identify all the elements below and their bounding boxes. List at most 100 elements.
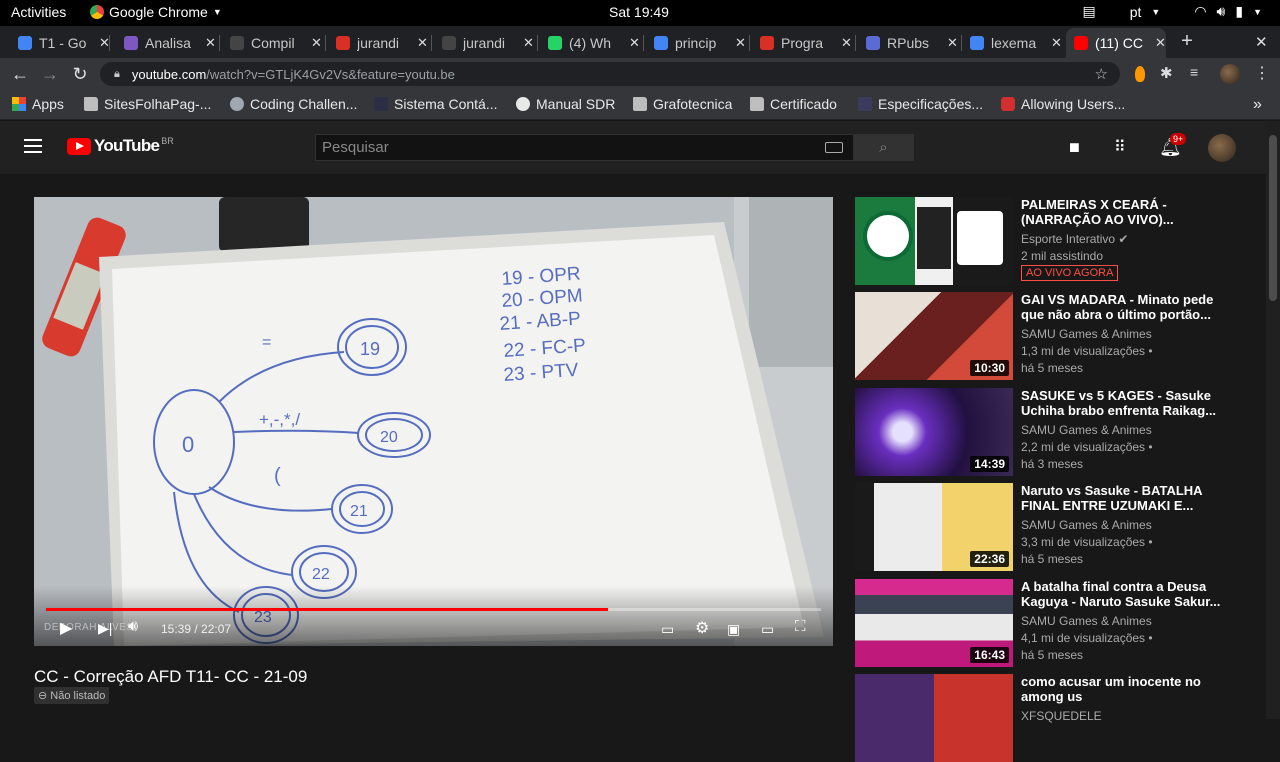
browser-tab[interactable]: Progra ✕: [752, 28, 856, 58]
more-bookmarks-button[interactable]: »: [1253, 96, 1262, 114]
youtube-logo[interactable]: YouTube BR: [67, 136, 174, 156]
recommendation-item[interactable]: 14:39 SASUKE vs 5 KAGES - Sasuke Uchiha …: [855, 388, 1265, 476]
tab-favicon-icon: [760, 36, 774, 50]
avatar[interactable]: [1208, 134, 1236, 162]
bookmark-folder[interactable]: Certificado: [750, 96, 837, 112]
browser-tab[interactable]: RPubs ✕: [858, 28, 962, 58]
apps-grid-icon[interactable]: ⠿: [1114, 137, 1126, 157]
bookmark-star-icon[interactable]: ☆: [1095, 65, 1108, 83]
browser-tab[interactable]: lexema ✕: [962, 28, 1066, 58]
kebab-menu-icon[interactable]: ⋮: [1254, 63, 1270, 82]
video-thumbnail[interactable]: 10:30: [855, 292, 1013, 380]
theater-mode-icon[interactable]: ▭: [761, 621, 774, 638]
browser-tab[interactable]: T1 - Go ✕: [10, 28, 110, 58]
tab-strip: T1 - Go ✕ Analisa ✕ Compil ✕ jurandi ✕ juran…: [0, 26, 1280, 58]
video-thumbnail[interactable]: 22:36: [855, 483, 1013, 571]
video-player[interactable]: 0 19 20 21 22 23 = +,-,*,/ ( 19 - OPR 20…: [34, 197, 833, 646]
tab-label: (11) CC: [1095, 35, 1143, 51]
menu-icon[interactable]: [24, 139, 42, 157]
forward-button[interactable]: →: [40, 64, 60, 85]
channel-name[interactable]: Esporte Interativo ✔: [1021, 232, 1128, 246]
close-icon[interactable]: ✕: [629, 35, 640, 51]
close-icon[interactable]: ✕: [841, 35, 852, 51]
channel-name[interactable]: SAMU Games & Animes: [1021, 614, 1152, 628]
miniplayer-icon[interactable]: ▣: [727, 621, 740, 638]
bookmark-item[interactable]: Coding Challen...: [230, 96, 357, 112]
video-thumbnail[interactable]: [855, 674, 1013, 762]
close-icon[interactable]: ✕: [947, 35, 958, 51]
recommendation-item[interactable]: PALMEIRAS X CEARÁ - (NARRAÇÃO AO VIVO)..…: [855, 197, 1265, 285]
search-input[interactable]: Pesquisar: [315, 134, 854, 161]
browser-tab[interactable]: (4) Wh ✕: [540, 28, 644, 58]
bookmark-folder[interactable]: Grafotecnica: [633, 96, 732, 112]
unlisted-badge: ⊖ Não listado: [34, 687, 110, 704]
recommendation-item[interactable]: 22:36 Naruto vs Sasuke - BATALHA FINAL E…: [855, 483, 1265, 571]
volume-icon[interactable]: 🔊︎: [128, 618, 138, 636]
recommendation-title[interactable]: PALMEIRAS X CEARÁ - (NARRAÇÃO AO VIVO)..…: [1021, 197, 1221, 227]
bookmark-item[interactable]: Especificações...: [858, 96, 983, 112]
media-control-icon[interactable]: ≡: [1190, 64, 1206, 80]
create-video-icon[interactable]: ■: [1069, 137, 1080, 158]
progress-bar[interactable]: [46, 608, 821, 611]
close-window-button[interactable]: ✕: [1255, 33, 1268, 51]
profile-avatar[interactable]: [1220, 64, 1240, 84]
channel-name[interactable]: SAMU Games & Animes: [1021, 518, 1152, 532]
browser-tab[interactable]: princip ✕: [646, 28, 750, 58]
close-icon[interactable]: ✕: [205, 35, 216, 51]
tab-label: princip: [675, 35, 717, 51]
app-menu[interactable]: Google Chrome ▼: [90, 4, 222, 20]
recommendation-item[interactable]: 16:43 A batalha final contra a Deusa Kag…: [855, 579, 1265, 667]
recommendation-title[interactable]: Naruto vs Sasuke - BATALHA FINAL ENTRE U…: [1021, 483, 1221, 513]
bookmark-folder[interactable]: SitesFolhaPag-...: [84, 96, 211, 112]
bookmark-item[interactable]: Manual SDR: [516, 96, 615, 112]
close-icon[interactable]: ✕: [735, 35, 746, 51]
new-tab-button[interactable]: +: [1176, 30, 1198, 52]
play-icon[interactable]: ▶: [60, 618, 72, 638]
fullscreen-icon[interactable]: ⛶: [795, 618, 806, 635]
recommendation-title[interactable]: SASUKE vs 5 KAGES - Sasuke Uchiha brabo …: [1021, 388, 1221, 418]
close-icon[interactable]: ✕: [523, 35, 534, 51]
search-button[interactable]: ⌕: [853, 134, 914, 161]
back-button[interactable]: ←: [10, 64, 30, 85]
browser-tab-active[interactable]: (11) CC ✕: [1066, 28, 1166, 58]
close-icon[interactable]: ✕: [1155, 35, 1166, 51]
system-tray[interactable]: ▤ pt ▼ ◠ 🔊︎ ▮ ▼: [1082, 3, 1280, 20]
recommendation-title[interactable]: como acusar um inocente no among us: [1021, 674, 1221, 704]
browser-tab[interactable]: jurandi ✕: [434, 28, 538, 58]
scrollbar[interactable]: [1266, 121, 1280, 719]
extensions-puzzle-icon[interactable]: ✱: [1160, 64, 1176, 82]
reload-button[interactable]: ↻: [70, 64, 90, 85]
bookmark-label: Especificações...: [878, 96, 984, 112]
browser-tab[interactable]: Analisa ✕: [116, 28, 220, 58]
video-thumbnail[interactable]: 14:39: [855, 388, 1013, 476]
close-icon[interactable]: ✕: [311, 35, 322, 51]
address-bar[interactable]: 🔒︎ youtube.com/watch?v=GTLjK4Gv2Vs&featu…: [100, 62, 1120, 86]
bookmark-apps[interactable]: Apps: [12, 96, 64, 112]
tab-label: T1 - Go: [39, 35, 87, 51]
keyboard-icon[interactable]: [825, 142, 843, 153]
unlisted-label: Não listado: [50, 690, 106, 702]
recommendation-title[interactable]: A batalha final contra a Deusa Kaguya - …: [1021, 579, 1221, 609]
bookmark-item[interactable]: Allowing Users...: [1001, 96, 1125, 112]
next-icon[interactable]: ▶|: [98, 620, 112, 637]
tab-favicon-icon: [124, 36, 138, 50]
activities-button[interactable]: Activities: [11, 4, 66, 20]
channel-name[interactable]: SAMU Games & Animes: [1021, 423, 1152, 437]
close-icon[interactable]: ✕: [417, 35, 428, 51]
bookmark-item[interactable]: Sistema Contá...: [374, 96, 498, 112]
browser-tab[interactable]: Compil ✕: [222, 28, 326, 58]
extension-icon[interactable]: [1135, 66, 1145, 82]
channel-name[interactable]: SAMU Games & Animes: [1021, 327, 1152, 341]
close-icon[interactable]: ✕: [1051, 35, 1062, 51]
browser-tab[interactable]: jurandi ✕: [328, 28, 432, 58]
channel-name[interactable]: XFSQUEDELE: [1021, 709, 1102, 723]
video-thumbnail[interactable]: 16:43: [855, 579, 1013, 667]
recommendation-item[interactable]: 10:30 GAI VS MADARA - Minato pede que nã…: [855, 292, 1265, 380]
subtitles-icon[interactable]: ▭: [661, 621, 674, 638]
video-thumbnail[interactable]: [855, 197, 1013, 285]
system-clock[interactable]: Sat 19:49: [609, 4, 669, 20]
settings-gear-icon[interactable]: ⚙: [695, 618, 709, 638]
language-indicator[interactable]: pt: [1130, 4, 1142, 20]
recommendation-item[interactable]: como acusar um inocente no among us XFSQ…: [855, 674, 1265, 762]
recommendation-title[interactable]: GAI VS MADARA - Minato pede que não abra…: [1021, 292, 1221, 322]
